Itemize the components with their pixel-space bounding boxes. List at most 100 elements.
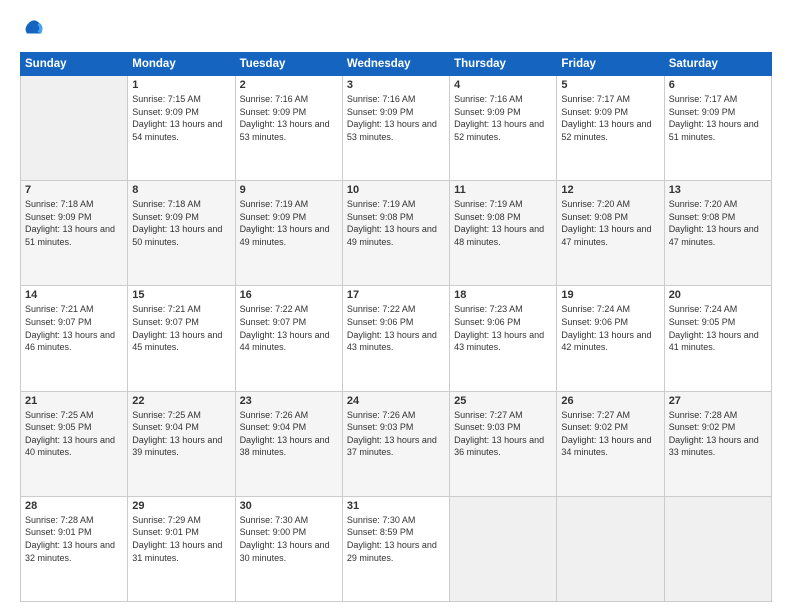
cell-info: Sunrise: 7:17 AMSunset: 9:09 PMDaylight:… [669,93,767,143]
day-number: 21 [25,395,123,407]
weekday-header-tuesday: Tuesday [235,53,342,76]
cell-info: Sunrise: 7:26 AMSunset: 9:03 PMDaylight:… [347,409,445,459]
calendar-cell: 12 Sunrise: 7:20 AMSunset: 9:08 PMDayligh… [557,181,664,286]
day-number: 10 [347,184,445,196]
weekday-header-wednesday: Wednesday [342,53,449,76]
day-number: 11 [454,184,552,196]
day-number: 22 [132,395,230,407]
day-number: 1 [132,79,230,91]
cell-info: Sunrise: 7:19 AMSunset: 9:08 PMDaylight:… [347,198,445,248]
day-number: 8 [132,184,230,196]
cell-info: Sunrise: 7:23 AMSunset: 9:06 PMDaylight:… [454,303,552,353]
cell-info: Sunrise: 7:25 AMSunset: 9:04 PMDaylight:… [132,409,230,459]
header [20,16,772,44]
calendar-cell: 13Sunrise: 7:20 AMSunset: 9:08 PMDayligh… [664,181,771,286]
cell-info: Sunrise: 7:22 AMSunset: 9:06 PMDaylight:… [347,303,445,353]
day-number: 30 [240,500,338,512]
day-number: 12 [561,184,659,196]
day-number: 2 [240,79,338,91]
cell-info: Sunrise: 7:19 AMSunset: 9:08 PMDaylight:… [454,198,552,248]
calendar-cell: 31 Sunrise: 7:30 AMSunset: 8:59 PMDayligh… [342,496,449,601]
calendar-cell: 11 Sunrise: 7:19 AMSunset: 9:08 PMDayligh… [450,181,557,286]
logo-icon [20,16,48,44]
calendar-cell: 24 Sunrise: 7:26 AMSunset: 9:03 PMDayligh… [342,391,449,496]
day-number: 4 [454,79,552,91]
day-number: 25 [454,395,552,407]
day-number: 9 [240,184,338,196]
calendar-header: SundayMondayTuesdayWednesdayThursdayFrid… [21,53,772,76]
day-number: 23 [240,395,338,407]
calendar-cell: 5Sunrise: 7:17 AMSunset: 9:09 PMDaylight… [557,76,664,181]
calendar-week-0: 1Sunrise: 7:15 AMSunset: 9:09 PMDaylight… [21,76,772,181]
cell-info: Sunrise: 7:24 AMSunset: 9:06 PMDaylight:… [561,303,659,353]
calendar-cell: 14Sunrise: 7:21 AMSunset: 9:07 PMDayligh… [21,286,128,391]
calendar-cell: 26Sunrise: 7:27 AMSunset: 9:02 PMDayligh… [557,391,664,496]
calendar-week-4: 28 Sunrise: 7:28 AMSunset: 9:01 PMDayligh… [21,496,772,601]
page: SundayMondayTuesdayWednesdayThursdayFrid… [0,0,792,612]
day-number: 31 [347,500,445,512]
calendar-cell: 25 Sunrise: 7:27 AMSunset: 9:03 PMDayligh… [450,391,557,496]
calendar-cell: 21 Sunrise: 7:25 AMSunset: 9:05 PMDayligh… [21,391,128,496]
cell-info: Sunrise: 7:16 AMSunset: 9:09 PMDaylight:… [240,93,338,143]
calendar-cell: 8Sunrise: 7:18 AMSunset: 9:09 PMDaylight… [128,181,235,286]
day-number: 24 [347,395,445,407]
calendar-cell: 27Sunrise: 7:28 AMSunset: 9:02 PMDayligh… [664,391,771,496]
weekday-header-sunday: Sunday [21,53,128,76]
calendar-cell [557,496,664,601]
cell-info: Sunrise: 7:30 AMSunset: 8:59 PMDaylight:… [347,514,445,564]
calendar-cell: 23 Sunrise: 7:26 AMSunset: 9:04 PMDayligh… [235,391,342,496]
calendar-cell: 3Sunrise: 7:16 AMSunset: 9:09 PMDaylight… [342,76,449,181]
cell-info: Sunrise: 7:20 AMSunset: 9:08 PMDaylight:… [561,198,659,248]
cell-info: Sunrise: 7:28 AMSunset: 9:01 PMDaylight:… [25,514,123,564]
calendar-body: 1Sunrise: 7:15 AMSunset: 9:09 PMDaylight… [21,76,772,602]
cell-info: Sunrise: 7:17 AMSunset: 9:09 PMDaylight:… [561,93,659,143]
day-number: 17 [347,289,445,301]
calendar-cell [664,496,771,601]
cell-info: Sunrise: 7:27 AMSunset: 9:02 PMDaylight:… [561,409,659,459]
day-number: 3 [347,79,445,91]
cell-info: Sunrise: 7:24 AMSunset: 9:05 PMDaylight:… [669,303,767,353]
calendar-cell: 10 Sunrise: 7:19 AMSunset: 9:08 PMDayligh… [342,181,449,286]
cell-info: Sunrise: 7:21 AMSunset: 9:07 PMDaylight:… [132,303,230,353]
day-number: 20 [669,289,767,301]
cell-info: Sunrise: 7:25 AMSunset: 9:05 PMDaylight:… [25,409,123,459]
cell-info: Sunrise: 7:30 AMSunset: 9:00 PMDaylight:… [240,514,338,564]
weekday-header-friday: Friday [557,53,664,76]
calendar-table: SundayMondayTuesdayWednesdayThursdayFrid… [20,52,772,602]
calendar-cell [21,76,128,181]
weekday-header-thursday: Thursday [450,53,557,76]
calendar-cell: 29 Sunrise: 7:29 AMSunset: 9:01 PMDayligh… [128,496,235,601]
calendar-cell: 15Sunrise: 7:21 AMSunset: 9:07 PMDayligh… [128,286,235,391]
day-number: 18 [454,289,552,301]
calendar-cell: 4 Sunrise: 7:16 AMSunset: 9:09 PMDaylight… [450,76,557,181]
cell-info: Sunrise: 7:19 AMSunset: 9:09 PMDaylight:… [240,198,338,248]
calendar-cell: 6 Sunrise: 7:17 AMSunset: 9:09 PMDaylight… [664,76,771,181]
cell-info: Sunrise: 7:28 AMSunset: 9:02 PMDaylight:… [669,409,767,459]
calendar-cell: 9 Sunrise: 7:19 AMSunset: 9:09 PMDaylight… [235,181,342,286]
calendar-cell: 19 Sunrise: 7:24 AMSunset: 9:06 PMDayligh… [557,286,664,391]
cell-info: Sunrise: 7:18 AMSunset: 9:09 PMDaylight:… [25,198,123,248]
weekday-row: SundayMondayTuesdayWednesdayThursdayFrid… [21,53,772,76]
calendar-cell: 18 Sunrise: 7:23 AMSunset: 9:06 PMDayligh… [450,286,557,391]
calendar-week-3: 21 Sunrise: 7:25 AMSunset: 9:05 PMDayligh… [21,391,772,496]
cell-info: Sunrise: 7:26 AMSunset: 9:04 PMDaylight:… [240,409,338,459]
day-number: 14 [25,289,123,301]
cell-info: Sunrise: 7:22 AMSunset: 9:07 PMDaylight:… [240,303,338,353]
day-number: 28 [25,500,123,512]
calendar-cell: 1Sunrise: 7:15 AMSunset: 9:09 PMDaylight… [128,76,235,181]
day-number: 19 [561,289,659,301]
logo [20,16,52,44]
calendar-week-2: 14 Sunrise: 7:21 AMSunset: 9:07 PMDayligh… [21,286,772,391]
calendar-cell: 17 Sunrise: 7:22 AMSunset: 9:06 PMDayligh… [342,286,449,391]
day-number: 29 [132,500,230,512]
day-number: 16 [240,289,338,301]
day-number: 6 [669,79,767,91]
calendar-cell: 2 Sunrise: 7:16 AMSunset: 9:09 PMDaylight… [235,76,342,181]
cell-info: Sunrise: 7:27 AMSunset: 9:03 PMDaylight:… [454,409,552,459]
calendar-cell: 20 Sunrise: 7:24 AMSunset: 9:05 PMDayligh… [664,286,771,391]
cell-info: Sunrise: 7:29 AMSunset: 9:01 PMDaylight:… [132,514,230,564]
cell-info: Sunrise: 7:16 AMSunset: 9:09 PMDaylight:… [454,93,552,143]
calendar-cell: 30 Sunrise: 7:30 AMSunset: 9:00 PMDayligh… [235,496,342,601]
calendar-cell: 22 Sunrise: 7:25 AMSunset: 9:04 PMDayligh… [128,391,235,496]
calendar-cell: 7Sunrise: 7:18 AMSunset: 9:09 PMDaylight… [21,181,128,286]
